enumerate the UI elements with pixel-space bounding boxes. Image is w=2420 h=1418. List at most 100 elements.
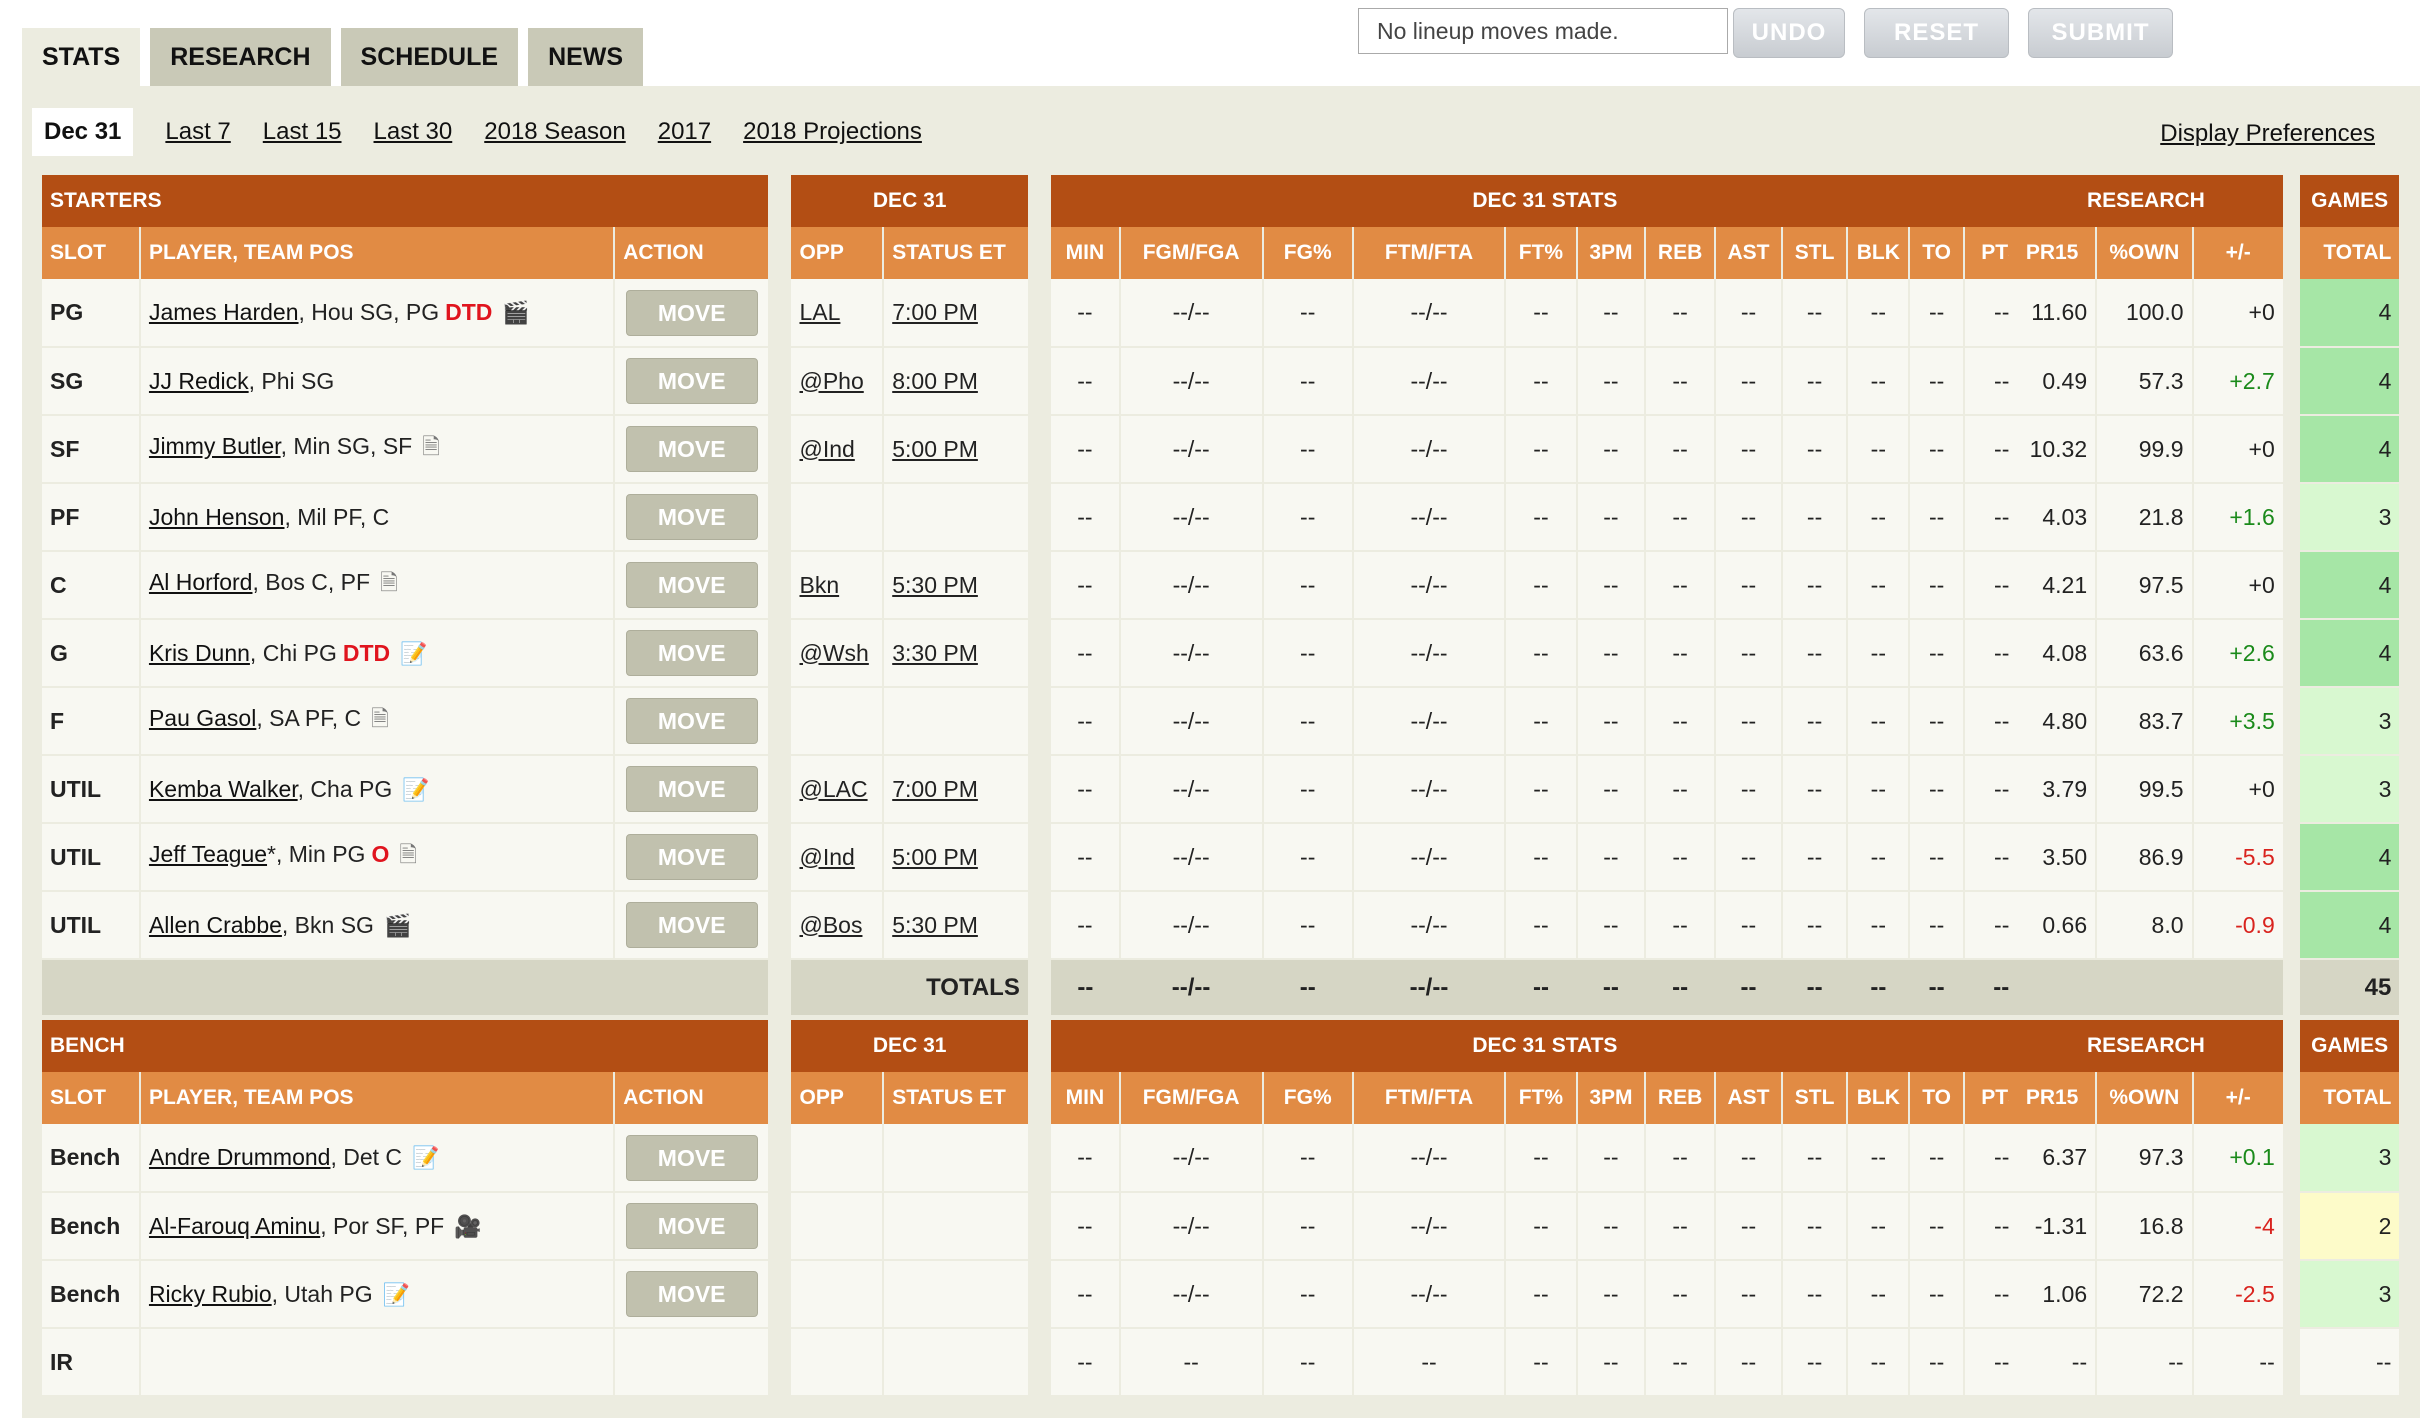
opponent-link[interactable]: Bkn: [791, 551, 884, 620]
research-column-header[interactable]: %OWN: [2095, 227, 2193, 279]
action-column-header[interactable]: ACTION: [613, 1072, 769, 1124]
stat-column-header[interactable]: TO: [1908, 227, 1964, 279]
stat-column-header[interactable]: TO: [1908, 1072, 1964, 1124]
game-time-link[interactable]: 8:00 PM: [882, 347, 1028, 416]
research-column-header[interactable]: PR15: [2009, 227, 2097, 279]
stat-column-header[interactable]: MIN: [1051, 1072, 1120, 1124]
player-column-header[interactable]: PLAYER, TEAM POS: [138, 227, 615, 279]
period-last7[interactable]: Last 7: [165, 118, 230, 146]
player-name-link[interactable]: Kemba Walker: [149, 776, 298, 802]
move-button[interactable]: MOVE: [625, 766, 758, 812]
move-button[interactable]: MOVE: [625, 834, 758, 880]
move-button[interactable]: MOVE: [625, 902, 758, 948]
period-last15[interactable]: Last 15: [263, 118, 342, 146]
submit-button[interactable]: SUBMIT: [2028, 8, 2173, 58]
stat-column-header[interactable]: STL: [1780, 227, 1848, 279]
player-name-link[interactable]: Al-Farouq Aminu: [149, 1213, 320, 1239]
tab-news[interactable]: NEWS: [528, 28, 644, 86]
note-icon[interactable]: 🗎: [380, 566, 398, 604]
stat-column-header[interactable]: FT%: [1504, 1072, 1577, 1124]
game-time-link[interactable]: 7:00 PM: [882, 279, 1028, 348]
move-button[interactable]: MOVE: [625, 1203, 758, 1249]
player-name-link[interactable]: John Henson: [149, 504, 285, 530]
player-column-header[interactable]: PLAYER, TEAM POS: [138, 1072, 615, 1124]
note-icon[interactable]: 🗎: [399, 838, 417, 876]
player-name-link[interactable]: Al Horford: [149, 569, 253, 595]
opp-column-header[interactable]: OPP: [791, 227, 884, 279]
game-time-link[interactable]: 3:30 PM: [882, 619, 1028, 688]
opponent-link[interactable]: @Wsh: [791, 619, 884, 688]
player-name-link[interactable]: Pau Gasol: [149, 705, 256, 731]
reset-button[interactable]: RESET: [1864, 8, 2009, 58]
player-name-link[interactable]: Jimmy Butler: [149, 433, 281, 459]
move-button[interactable]: MOVE: [625, 1134, 758, 1181]
move-button[interactable]: MOVE: [625, 1271, 758, 1317]
opponent-link[interactable]: @Ind: [791, 823, 884, 892]
stat-column-header[interactable]: FTM/FTA: [1351, 227, 1506, 279]
player-name-link[interactable]: Jeff Teague: [149, 841, 267, 867]
move-button[interactable]: MOVE: [625, 358, 758, 404]
stat-column-header[interactable]: BLK: [1846, 1072, 1910, 1124]
game-time-link[interactable]: 7:00 PM: [882, 755, 1028, 824]
period-dec31[interactable]: Dec 31: [32, 108, 134, 156]
status-column-header[interactable]: STATUS ET: [882, 1072, 1028, 1124]
move-button[interactable]: MOVE: [625, 630, 758, 676]
stat-column-header[interactable]: AST: [1714, 227, 1782, 279]
research-column-header[interactable]: %OWN: [2095, 1072, 2193, 1124]
move-button[interactable]: MOVE: [625, 698, 758, 744]
display-preferences-link[interactable]: Display Preferences: [2160, 120, 2375, 148]
new-note-icon[interactable]: 📝: [412, 1145, 439, 1171]
stat-column-header[interactable]: FG%: [1261, 227, 1353, 279]
slot-column-header[interactable]: SLOT: [41, 1072, 140, 1124]
player-name-link[interactable]: Allen Crabbe: [149, 912, 282, 938]
stat-column-header[interactable]: FGM/FGA: [1118, 1072, 1263, 1124]
slot-column-header[interactable]: SLOT: [41, 227, 140, 279]
game-time-link[interactable]: 5:00 PM: [882, 823, 1028, 892]
opponent-link[interactable]: @Pho: [791, 347, 884, 416]
stat-column-header[interactable]: FG%: [1261, 1072, 1353, 1124]
tab-stats[interactable]: STATS: [22, 28, 141, 86]
opponent-link[interactable]: @Ind: [791, 415, 884, 484]
stat-column-header[interactable]: REB: [1644, 1072, 1716, 1124]
tab-research[interactable]: RESEARCH: [150, 28, 331, 86]
stat-column-header[interactable]: REB: [1644, 227, 1716, 279]
period-last30[interactable]: Last 30: [374, 118, 453, 146]
research-column-header[interactable]: +/-: [2191, 1072, 2283, 1124]
new-note-icon[interactable]: 📝: [383, 1282, 410, 1308]
period-2017[interactable]: 2017: [658, 118, 711, 146]
research-column-header[interactable]: PR15: [2009, 1072, 2097, 1124]
player-name-link[interactable]: Kris Dunn: [149, 640, 250, 666]
opponent-link[interactable]: LAL: [791, 279, 884, 348]
period-2018-season[interactable]: 2018 Season: [484, 118, 625, 146]
video-note-icon[interactable]: 🎬: [502, 300, 529, 326]
move-button[interactable]: MOVE: [625, 494, 758, 540]
opponent-link[interactable]: @LAC: [791, 755, 884, 824]
total-column-header[interactable]: TOTAL: [2299, 227, 2400, 279]
opponent-link[interactable]: @Bos: [791, 891, 884, 960]
game-time-link[interactable]: 5:00 PM: [882, 415, 1028, 484]
stat-column-header[interactable]: BLK: [1846, 227, 1910, 279]
move-button[interactable]: MOVE: [625, 562, 758, 608]
stat-column-header[interactable]: MIN: [1051, 227, 1120, 279]
video-note-icon[interactable]: 🎬: [384, 913, 411, 939]
opp-column-header[interactable]: OPP: [791, 1072, 884, 1124]
new-note-icon[interactable]: 📝: [400, 641, 427, 667]
move-button[interactable]: MOVE: [625, 289, 758, 336]
video-icon[interactable]: 🎥: [454, 1214, 481, 1240]
move-button[interactable]: MOVE: [625, 426, 758, 472]
stat-column-header[interactable]: 3PM: [1575, 227, 1646, 279]
action-column-header[interactable]: ACTION: [613, 227, 769, 279]
undo-button[interactable]: UNDO: [1733, 8, 1845, 58]
stat-column-header[interactable]: AST: [1714, 1072, 1782, 1124]
stat-column-header[interactable]: FGM/FGA: [1118, 227, 1263, 279]
player-name-link[interactable]: James Harden: [149, 299, 299, 325]
tab-schedule[interactable]: SCHEDULE: [340, 28, 519, 86]
status-column-header[interactable]: STATUS ET: [882, 227, 1028, 279]
stat-column-header[interactable]: STL: [1780, 1072, 1848, 1124]
note-icon[interactable]: 🗎: [422, 430, 440, 468]
period-2018-projections[interactable]: 2018 Projections: [743, 118, 922, 146]
player-name-link[interactable]: Ricky Rubio: [149, 1281, 272, 1307]
stat-column-header[interactable]: 3PM: [1575, 1072, 1646, 1124]
game-time-link[interactable]: 5:30 PM: [882, 551, 1028, 620]
research-column-header[interactable]: +/-: [2191, 227, 2283, 279]
